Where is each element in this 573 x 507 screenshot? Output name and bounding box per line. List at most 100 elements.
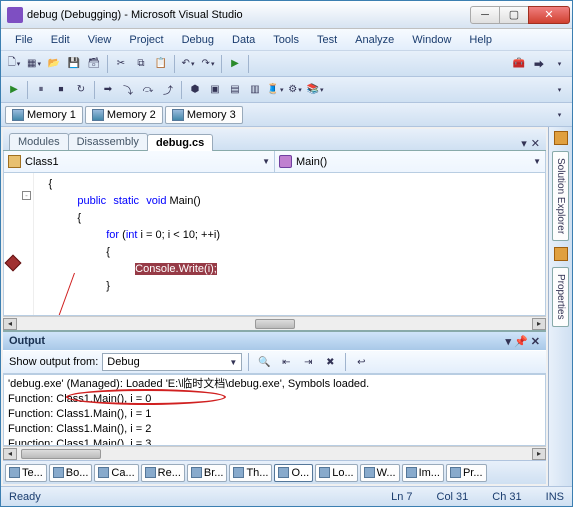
overflow-button[interactable]: ▾ bbox=[550, 81, 568, 99]
redo-button[interactable]: ↷▾ bbox=[199, 55, 217, 73]
copy-button[interactable]: ⧉ bbox=[132, 55, 150, 73]
show-next-statement-button[interactable]: ➡ bbox=[99, 81, 117, 99]
paste-button[interactable]: 📋 bbox=[152, 55, 170, 73]
bottom-tab[interactable]: Bo... bbox=[49, 464, 93, 482]
menu-analyze[interactable]: Analyze bbox=[347, 32, 402, 48]
close-button[interactable]: ✕ bbox=[528, 6, 570, 24]
bottom-tab[interactable]: Im... bbox=[402, 464, 444, 482]
menu-tools[interactable]: Tools bbox=[265, 32, 307, 48]
overflow-button[interactable]: ▾ bbox=[550, 55, 568, 73]
hex-button[interactable]: ⬢ bbox=[186, 81, 204, 99]
bottom-tab-output[interactable]: O... bbox=[274, 464, 313, 482]
status-ins: INS bbox=[546, 491, 564, 503]
find-message-button[interactable]: 🔍 bbox=[255, 353, 273, 371]
properties-tab[interactable]: Properties bbox=[552, 267, 569, 327]
scroll-left-icon[interactable]: ◂ bbox=[3, 318, 17, 330]
menu-test[interactable]: Test bbox=[309, 32, 345, 48]
overflow-button[interactable]: ▾ bbox=[550, 106, 568, 124]
output-panel-titlebar[interactable]: Output ▾📌✕ bbox=[3, 332, 546, 350]
output-horizontal-scrollbar[interactable]: ◂ ▸ bbox=[3, 446, 546, 460]
tab-modules[interactable]: Modules bbox=[9, 133, 69, 150]
bottom-tab[interactable]: Lo... bbox=[315, 464, 357, 482]
bottom-tab[interactable]: Te... bbox=[5, 464, 47, 482]
bottom-tab[interactable]: Br... bbox=[187, 464, 228, 482]
open-button[interactable]: 📂 bbox=[45, 55, 63, 73]
breakpoints-window-button[interactable]: ▣ bbox=[206, 81, 224, 99]
menu-window[interactable]: Window bbox=[404, 32, 459, 48]
window-position-button[interactable]: ▾ bbox=[506, 335, 512, 348]
find-button[interactable]: ⮕ bbox=[530, 55, 548, 73]
cut-button[interactable]: ✂ bbox=[112, 55, 130, 73]
add-item-button[interactable]: ▦▾ bbox=[25, 55, 43, 73]
close-document-button[interactable]: ✕ bbox=[531, 137, 540, 150]
bottom-tab[interactable]: Ca... bbox=[94, 464, 138, 482]
processes-button[interactable]: ⚙▾ bbox=[286, 81, 304, 99]
collapse-region-icon[interactable]: - bbox=[22, 191, 31, 200]
close-panel-button[interactable]: ✕ bbox=[531, 335, 540, 348]
scroll-right-icon[interactable]: ▸ bbox=[532, 318, 546, 330]
tab-icon bbox=[278, 467, 289, 478]
editor-horizontal-scrollbar[interactable]: ◂ ▸ bbox=[3, 316, 546, 330]
breakpoint-icon[interactable] bbox=[5, 255, 22, 272]
menu-debug[interactable]: Debug bbox=[174, 32, 222, 48]
stop-debug-button[interactable]: ⏹ bbox=[52, 81, 70, 99]
stack-frame-button[interactable]: 📚▾ bbox=[306, 81, 324, 99]
pin-button[interactable]: 📌 bbox=[514, 335, 528, 348]
save-all-button[interactable]: 🗃 bbox=[85, 55, 103, 73]
prev-message-button[interactable]: ⇤ bbox=[277, 353, 295, 371]
memory-tab-2[interactable]: Memory 2 bbox=[85, 106, 163, 124]
new-project-button[interactable]: 🗋▾ bbox=[5, 55, 23, 73]
menu-file[interactable]: File bbox=[7, 32, 41, 48]
separator bbox=[94, 81, 95, 99]
menu-project[interactable]: Project bbox=[121, 32, 171, 48]
chevron-down-icon: ▼ bbox=[229, 358, 237, 367]
output-window-button[interactable]: ▤ bbox=[226, 81, 244, 99]
start-debug-button[interactable]: ▶ bbox=[226, 55, 244, 73]
immediate-window-button[interactable]: ▥ bbox=[246, 81, 264, 99]
menu-view[interactable]: View bbox=[80, 32, 120, 48]
clear-output-button[interactable]: ✖ bbox=[321, 353, 339, 371]
output-source-selector[interactable]: Debug ▼ bbox=[102, 353, 242, 371]
editor-margin[interactable]: - bbox=[4, 173, 34, 315]
active-files-button[interactable]: ▾ bbox=[521, 137, 527, 150]
code-editor[interactable]: - { public static void Main() { for (int… bbox=[3, 173, 546, 316]
continue-button[interactable]: ▶ bbox=[5, 81, 23, 99]
memory-tab-3[interactable]: Memory 3 bbox=[165, 106, 243, 124]
maximize-button[interactable]: ▢ bbox=[499, 6, 529, 24]
threads-button[interactable]: 🧵▾ bbox=[266, 81, 284, 99]
toolbox-button[interactable]: 🧰 bbox=[510, 55, 528, 73]
code-area[interactable]: { public static void Main() { for (int i… bbox=[34, 173, 545, 315]
step-out-button[interactable]: ⤴ bbox=[159, 81, 177, 99]
toolbar-debug: ▶ ⏸ ⏹ ↻ ➡ ⤵ ⤼ ⤴ ⬢ ▣ ▤ ▥ 🧵▾ ⚙▾ 📚▾ ▾ bbox=[1, 77, 572, 103]
scroll-left-icon[interactable]: ◂ bbox=[3, 448, 17, 460]
separator bbox=[107, 55, 108, 73]
output-text[interactable]: 'debug.exe' (Managed): Loaded 'E:\临时文档\d… bbox=[3, 374, 546, 446]
break-all-button[interactable]: ⏸ bbox=[32, 81, 50, 99]
scroll-thumb[interactable] bbox=[21, 449, 101, 459]
solution-explorer-tab[interactable]: Solution Explorer bbox=[552, 151, 569, 241]
menu-edit[interactable]: Edit bbox=[43, 32, 78, 48]
titlebar[interactable]: debug (Debugging) - Microsoft Visual Stu… bbox=[1, 1, 572, 29]
method-selector[interactable]: Main() ▼ bbox=[275, 151, 545, 172]
undo-button[interactable]: ↶▾ bbox=[179, 55, 197, 73]
scroll-thumb[interactable] bbox=[255, 319, 295, 329]
tab-debug-cs[interactable]: debug.cs bbox=[147, 134, 213, 151]
word-wrap-button[interactable]: ↩ bbox=[352, 353, 370, 371]
scroll-right-icon[interactable]: ▸ bbox=[532, 448, 546, 460]
minimize-button[interactable]: ─ bbox=[470, 6, 500, 24]
class-selector[interactable]: Class1 ▼ bbox=[4, 151, 275, 172]
bottom-tab[interactable]: W... bbox=[360, 464, 400, 482]
properties-icon bbox=[554, 247, 568, 261]
tab-disassembly[interactable]: Disassembly bbox=[68, 133, 148, 150]
step-into-button[interactable]: ⤵ bbox=[119, 81, 137, 99]
memory-tab-1[interactable]: Memory 1 bbox=[5, 106, 83, 124]
next-message-button[interactable]: ⇥ bbox=[299, 353, 317, 371]
save-button[interactable]: 💾 bbox=[65, 55, 83, 73]
step-over-button[interactable]: ⤼ bbox=[139, 81, 157, 99]
bottom-tab[interactable]: Th... bbox=[229, 464, 272, 482]
bottom-tab[interactable]: Re... bbox=[141, 464, 185, 482]
restart-button[interactable]: ↻ bbox=[72, 81, 90, 99]
bottom-tab[interactable]: Pr... bbox=[446, 464, 487, 482]
menu-help[interactable]: Help bbox=[461, 32, 500, 48]
menu-data[interactable]: Data bbox=[224, 32, 263, 48]
